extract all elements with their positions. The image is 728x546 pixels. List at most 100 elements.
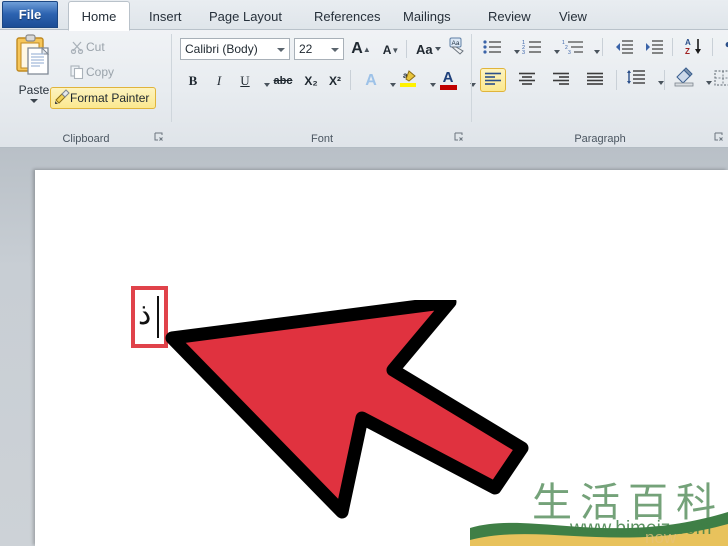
tab-home[interactable]: Home bbox=[68, 1, 130, 31]
clear-formatting-button[interactable]: Aa bbox=[446, 36, 468, 58]
tab-home-label: Home bbox=[81, 8, 117, 24]
multilevel-list-button[interactable]: 123 bbox=[560, 37, 586, 59]
shading-icon bbox=[673, 66, 695, 90]
increase-indent-icon bbox=[644, 39, 664, 58]
italic-label: I bbox=[216, 73, 222, 88]
font-size-value: 22 bbox=[299, 42, 313, 56]
tab-insert[interactable]: Insert bbox=[138, 2, 193, 30]
multilevel-list-caret-icon[interactable] bbox=[586, 41, 608, 63]
change-case-button[interactable]: Aa bbox=[416, 38, 441, 60]
paste-label: Paste bbox=[18, 83, 50, 97]
highlight-button[interactable]: ab bbox=[396, 68, 420, 92]
strikethrough-label: abc bbox=[273, 75, 293, 87]
bold-label: B bbox=[188, 73, 198, 88]
numbering-icon: 123 bbox=[522, 39, 542, 58]
line-spacing-button[interactable] bbox=[624, 68, 648, 90]
group-paragraph: 123 123 A Z Paragraph bbox=[472, 30, 728, 147]
group-clipboard: Paste Cut Copy Format Painter Clipboard bbox=[0, 30, 172, 147]
shading-button[interactable] bbox=[672, 66, 696, 90]
italic-button[interactable]: I bbox=[208, 70, 230, 92]
font-color-button[interactable]: A bbox=[436, 68, 460, 92]
sort-button[interactable]: A Z bbox=[682, 36, 706, 58]
clipboard-dialog-launcher[interactable] bbox=[153, 132, 164, 143]
subscript-button[interactable]: X₂ bbox=[300, 70, 322, 92]
numbering-button[interactable]: 123 bbox=[520, 37, 544, 59]
tab-file-label: File bbox=[18, 7, 42, 22]
line-spacing-icon bbox=[626, 69, 646, 89]
grow-font-label: A bbox=[351, 40, 363, 57]
tab-mailings-label: Mailings bbox=[403, 8, 451, 24]
toolbar-divider bbox=[664, 70, 665, 90]
toolbar-divider bbox=[672, 38, 673, 56]
bullets-button[interactable] bbox=[480, 37, 504, 59]
decrease-indent-button[interactable] bbox=[612, 37, 636, 59]
scissors-icon bbox=[68, 40, 86, 54]
paintbrush-icon bbox=[54, 89, 70, 107]
strikethrough-button[interactable]: abc bbox=[270, 70, 296, 92]
font-size-caret-icon[interactable] bbox=[331, 48, 339, 52]
tab-view-label: View bbox=[559, 8, 587, 24]
copy-label: Copy bbox=[86, 64, 115, 79]
shrink-font-button[interactable]: A ▼ bbox=[380, 39, 402, 61]
align-right-icon bbox=[552, 72, 570, 89]
tab-mailings[interactable]: Mailings bbox=[392, 2, 462, 30]
toolbar-divider bbox=[406, 40, 407, 58]
show-marks-button[interactable]: ¶ bbox=[718, 36, 728, 58]
copy-icon bbox=[68, 64, 86, 79]
tab-references[interactable]: References bbox=[303, 2, 391, 30]
word-window: File Home Insert Page Layout References … bbox=[0, 0, 728, 546]
highlighter-icon: ab bbox=[397, 68, 419, 93]
font-name-combo[interactable]: Calibri (Body) bbox=[180, 38, 290, 60]
ribbon-tab-strip: File Home Insert Page Layout References … bbox=[0, 0, 728, 31]
align-left-button[interactable] bbox=[480, 68, 506, 92]
paste-dropdown-caret-icon[interactable] bbox=[30, 99, 38, 103]
font-dialog-launcher[interactable] bbox=[453, 132, 464, 143]
svg-text:A: A bbox=[685, 38, 691, 47]
tab-view[interactable]: View bbox=[548, 2, 598, 30]
tab-page-layout-label: Page Layout bbox=[209, 8, 283, 24]
copy-button[interactable]: Copy bbox=[63, 61, 119, 82]
svg-text:3: 3 bbox=[568, 50, 571, 55]
font-name-caret-icon[interactable] bbox=[277, 48, 285, 52]
bold-button[interactable]: B bbox=[182, 70, 204, 92]
cut-button[interactable]: Cut bbox=[63, 36, 110, 57]
superscript-button[interactable]: X² bbox=[324, 70, 346, 92]
svg-text:3: 3 bbox=[522, 50, 525, 55]
font-size-combo[interactable]: 22 bbox=[294, 38, 344, 60]
tab-references-label: References bbox=[314, 8, 381, 24]
align-center-button[interactable] bbox=[514, 68, 540, 92]
change-case-caret-icon[interactable] bbox=[434, 47, 441, 51]
watermark-url: www.bimeiz.com bbox=[570, 518, 712, 539]
underline-button[interactable]: U bbox=[234, 70, 256, 92]
font-color-swatch bbox=[439, 84, 457, 90]
align-right-button[interactable] bbox=[548, 68, 574, 92]
paste-icon bbox=[14, 34, 54, 81]
toolbar-divider bbox=[350, 70, 351, 90]
group-font-label: Font bbox=[310, 133, 333, 145]
grow-font-button[interactable]: A ▲ bbox=[350, 38, 372, 60]
font-name-value: Calibri (Body) bbox=[185, 42, 258, 56]
borders-button[interactable] bbox=[712, 68, 728, 90]
align-center-icon bbox=[518, 72, 536, 89]
tab-review[interactable]: Review bbox=[477, 2, 542, 30]
format-painter-label: Format Painter bbox=[70, 91, 150, 105]
tab-page-layout[interactable]: Page Layout bbox=[198, 2, 293, 30]
clear-formatting-icon: Aa bbox=[447, 36, 467, 59]
multilevel-list-icon: 123 bbox=[562, 39, 584, 58]
underline-label: U bbox=[240, 73, 250, 88]
line-spacing-caret-icon[interactable] bbox=[650, 72, 672, 94]
paragraph-dialog-launcher[interactable] bbox=[713, 132, 724, 143]
bullets-icon bbox=[482, 39, 502, 58]
superscript-label: X² bbox=[329, 74, 341, 88]
change-case-label: Aa bbox=[416, 41, 433, 57]
tab-review-label: Review bbox=[488, 8, 531, 24]
justify-button[interactable] bbox=[582, 68, 608, 92]
text-effects-button[interactable]: A bbox=[360, 70, 382, 92]
decrease-indent-icon bbox=[614, 39, 634, 58]
increase-indent-button[interactable] bbox=[642, 37, 666, 59]
svg-text:Aa: Aa bbox=[452, 40, 460, 47]
tab-file[interactable]: File bbox=[2, 1, 58, 28]
group-clipboard-label: Clipboard bbox=[62, 133, 110, 145]
format-painter-button[interactable]: Format Painter bbox=[50, 87, 157, 109]
group-paragraph-label: Paragraph bbox=[574, 133, 626, 145]
